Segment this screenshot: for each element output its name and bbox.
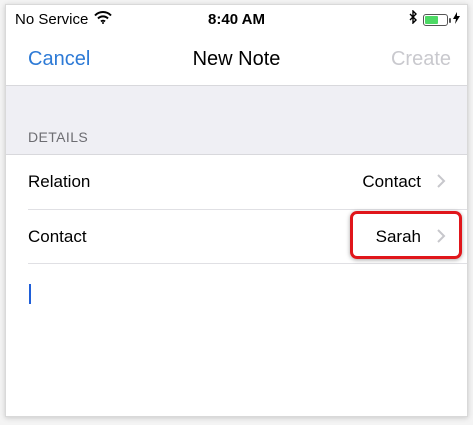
contact-label: Contact bbox=[28, 227, 87, 246]
battery-icon bbox=[423, 13, 451, 26]
charging-bolt-icon bbox=[453, 11, 460, 29]
grouped-section-header-bg: DETAILS bbox=[6, 85, 467, 155]
note-text-cursor[interactable] bbox=[29, 284, 31, 304]
section-header-details: DETAILS bbox=[28, 129, 89, 145]
create-button[interactable]: Create bbox=[391, 48, 451, 71]
app-frame: No Service 8:40 AM Cancel New Note Creat… bbox=[5, 4, 468, 417]
callout-highlight-box bbox=[350, 211, 462, 259]
row-divider bbox=[28, 263, 467, 264]
chevron-right-icon bbox=[435, 174, 447, 188]
bluetooth-icon bbox=[409, 9, 418, 29]
relation-label: Relation bbox=[28, 172, 91, 191]
clock: 8:40 AM bbox=[208, 11, 265, 28]
navigation-bar: Cancel New Note Create bbox=[6, 35, 467, 85]
relation-row[interactable]: Relation Contact bbox=[6, 155, 467, 209]
relation-value: Contact bbox=[362, 172, 421, 191]
status-right bbox=[409, 9, 460, 29]
status-bar: No Service 8:40 AM bbox=[6, 5, 467, 35]
battery-level-fill bbox=[425, 15, 438, 24]
